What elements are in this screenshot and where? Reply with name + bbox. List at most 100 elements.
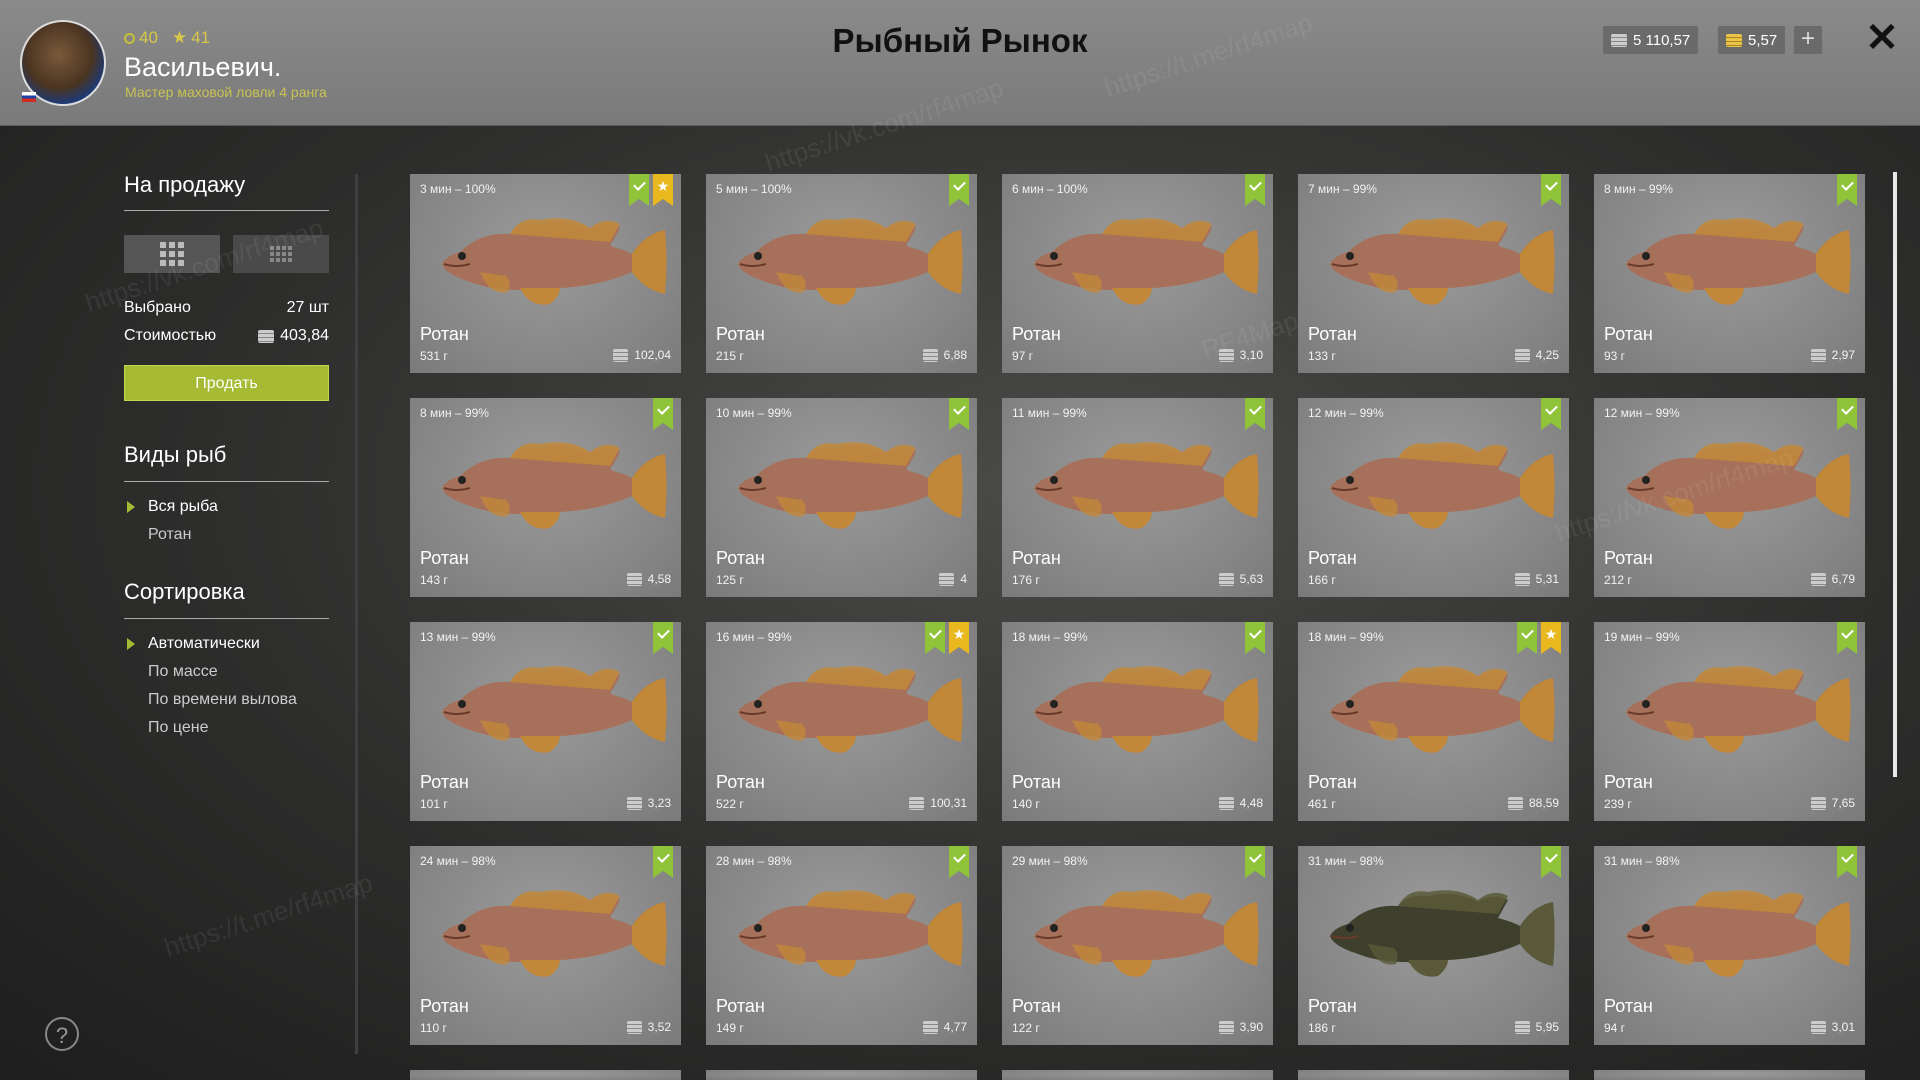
check-badge-icon[interactable]	[629, 174, 649, 206]
check-badge-icon[interactable]	[949, 174, 969, 206]
fish-name: Ротан	[716, 548, 765, 568]
star-badge-icon[interactable]: ★	[653, 174, 673, 206]
check-badge-icon[interactable]	[1837, 174, 1857, 206]
check-badge-icon[interactable]	[1517, 622, 1537, 654]
check-badge-icon[interactable]	[949, 398, 969, 430]
fish-card[interactable]: 7 мин – 99% Ротан 133 г 4,25	[1298, 174, 1569, 373]
fish-card[interactable]: 18 мин – 99% Ротан 461 г 88,59 ★	[1298, 622, 1569, 821]
fish-card-partial[interactable]	[410, 1070, 681, 1080]
selected-count: 27 шт	[286, 299, 329, 316]
fish-card[interactable]: 31 мин – 98% Ротан 94 г 3,01	[1594, 846, 1865, 1045]
add-gold-button[interactable]: +	[1794, 26, 1822, 54]
selected-arrow-icon	[127, 638, 135, 650]
fish-card[interactable]: 28 мин – 98% Ротан 149 г 4,77	[706, 846, 977, 1045]
sell-button[interactable]: Продать	[124, 365, 329, 401]
fish-price: 5,31	[1514, 572, 1559, 586]
silver-balance: 5 110,57	[1603, 26, 1699, 54]
fish-card[interactable]: 13 мин – 99% Ротан 101 г 3,23	[410, 622, 681, 821]
fish-price: 102,04	[613, 348, 671, 362]
check-badge-icon[interactable]	[1541, 846, 1561, 878]
fish-card[interactable]: 16 мин – 99% Ротан 522 г 100,31 ★	[706, 622, 977, 821]
fish-price: 3,90	[1218, 1020, 1263, 1034]
fish-card[interactable]: 24 мин – 98% Ротан 110 г 3,52	[410, 846, 681, 1045]
fish-image	[738, 666, 963, 753]
silver-coin-icon	[626, 1020, 642, 1034]
check-badge-icon[interactable]	[653, 398, 673, 430]
fish-image	[738, 442, 963, 529]
fish-name: Ротан	[1308, 324, 1357, 344]
fish-name: Ротан	[1604, 772, 1653, 792]
check-badge-icon[interactable]	[653, 622, 673, 654]
fish-image	[738, 890, 963, 977]
fish-type-all[interactable]: Вся рыба	[148, 498, 218, 516]
fish-price: 3,52	[626, 1020, 671, 1034]
check-badge-icon[interactable]	[925, 622, 945, 654]
fish-price: 4,77	[922, 1020, 967, 1034]
fish-card[interactable]: 8 мин – 99% Ротан 93 г 2,97	[1594, 174, 1865, 373]
silver-coin-icon	[1218, 796, 1234, 810]
fish-name: Ротан	[716, 996, 765, 1016]
fish-image	[1330, 890, 1555, 977]
fish-card[interactable]: 12 мин – 99% Ротан 166 г 5,31	[1298, 398, 1569, 597]
sort-title: Сортировка	[124, 579, 245, 604]
check-badge-icon[interactable]	[1837, 846, 1857, 878]
fish-image	[442, 890, 667, 977]
star-badge-icon[interactable]: ★	[1541, 622, 1561, 654]
check-badge-icon[interactable]	[1541, 174, 1561, 206]
fish-card[interactable]: 29 мин – 98% Ротан 122 г 3,90	[1002, 846, 1273, 1045]
help-button[interactable]: ?	[45, 1017, 79, 1051]
close-button[interactable]: ✕	[1864, 18, 1900, 58]
fish-card[interactable]: 6 мин – 100% Ротан 97 г 3,10	[1002, 174, 1273, 373]
fish-card-partial[interactable]	[706, 1070, 977, 1080]
fish-type-rotan[interactable]: Ротан	[148, 526, 191, 544]
check-badge-icon[interactable]	[1541, 398, 1561, 430]
fish-weight: 176 г	[1012, 573, 1040, 587]
fish-image	[1626, 890, 1851, 977]
fish-name: Ротан	[1012, 548, 1061, 568]
check-badge-icon[interactable]	[1245, 174, 1265, 206]
fish-card-partial[interactable]	[1594, 1070, 1865, 1080]
large-grid-view-button[interactable]	[124, 235, 220, 273]
small-grid-view-button[interactable]	[233, 235, 329, 273]
check-badge-icon[interactable]	[949, 846, 969, 878]
russia-flag-icon	[22, 92, 36, 102]
fish-weight: 93 г	[1604, 349, 1626, 363]
fish-card[interactable]: 18 мин – 99% Ротан 140 г 4,48	[1002, 622, 1273, 821]
catch-time: 10 мин – 99%	[716, 406, 792, 420]
fish-card[interactable]: 5 мин – 100% Ротан 215 г 6,88	[706, 174, 977, 373]
fish-name: Ротан	[1604, 324, 1653, 344]
sort-auto[interactable]: Автоматически	[148, 635, 260, 653]
check-badge-icon[interactable]	[1245, 846, 1265, 878]
fish-name: Ротан	[420, 772, 469, 792]
fish-types-title: Виды рыб	[124, 442, 227, 467]
catch-time: 18 мин – 99%	[1012, 630, 1088, 644]
fish-weight: 94 г	[1604, 1021, 1626, 1035]
check-badge-icon[interactable]	[1837, 622, 1857, 654]
scrollbar[interactable]	[1893, 172, 1897, 777]
fish-card[interactable]: 10 мин – 99% Ротан 125 г 4	[706, 398, 977, 597]
fish-weight: 149 г	[716, 1021, 744, 1035]
check-badge-icon[interactable]	[653, 846, 673, 878]
fish-card[interactable]: 31 мин – 98% Ротан 186 г 5,95	[1298, 846, 1569, 1045]
catch-time: 8 мин – 99%	[1604, 182, 1673, 196]
gold-coin-icon	[1726, 33, 1742, 47]
sort-by-catch-time[interactable]: По времени вылова	[148, 691, 297, 709]
gold-balance: 5,57	[1718, 26, 1786, 54]
fish-card-partial[interactable]	[1002, 1070, 1273, 1080]
fish-card[interactable]: 19 мин – 99% Ротан 239 г 7,65	[1594, 622, 1865, 821]
fish-card[interactable]: 11 мин – 99% Ротан 176 г 5,63	[1002, 398, 1273, 597]
check-badge-icon[interactable]	[1245, 398, 1265, 430]
fish-card[interactable]: 8 мин – 99% Ротан 143 г 4,58	[410, 398, 681, 597]
check-badge-icon[interactable]	[1837, 398, 1857, 430]
silver-coin-icon	[1507, 796, 1523, 810]
silver-coin-icon	[1218, 348, 1234, 362]
sort-by-price[interactable]: По цене	[148, 719, 208, 737]
star-badge-icon[interactable]: ★	[949, 622, 969, 654]
fish-card[interactable]: 3 мин – 100% Ротан 531 г 102,04 ★	[410, 174, 681, 373]
fish-image	[1626, 442, 1851, 529]
fish-card-partial[interactable]	[1298, 1070, 1569, 1080]
fish-price: 3,23	[626, 796, 671, 810]
check-badge-icon[interactable]	[1245, 622, 1265, 654]
sort-by-mass[interactable]: По массе	[148, 663, 218, 681]
fish-card[interactable]: 12 мин – 99% Ротан 212 г 6,79	[1594, 398, 1865, 597]
